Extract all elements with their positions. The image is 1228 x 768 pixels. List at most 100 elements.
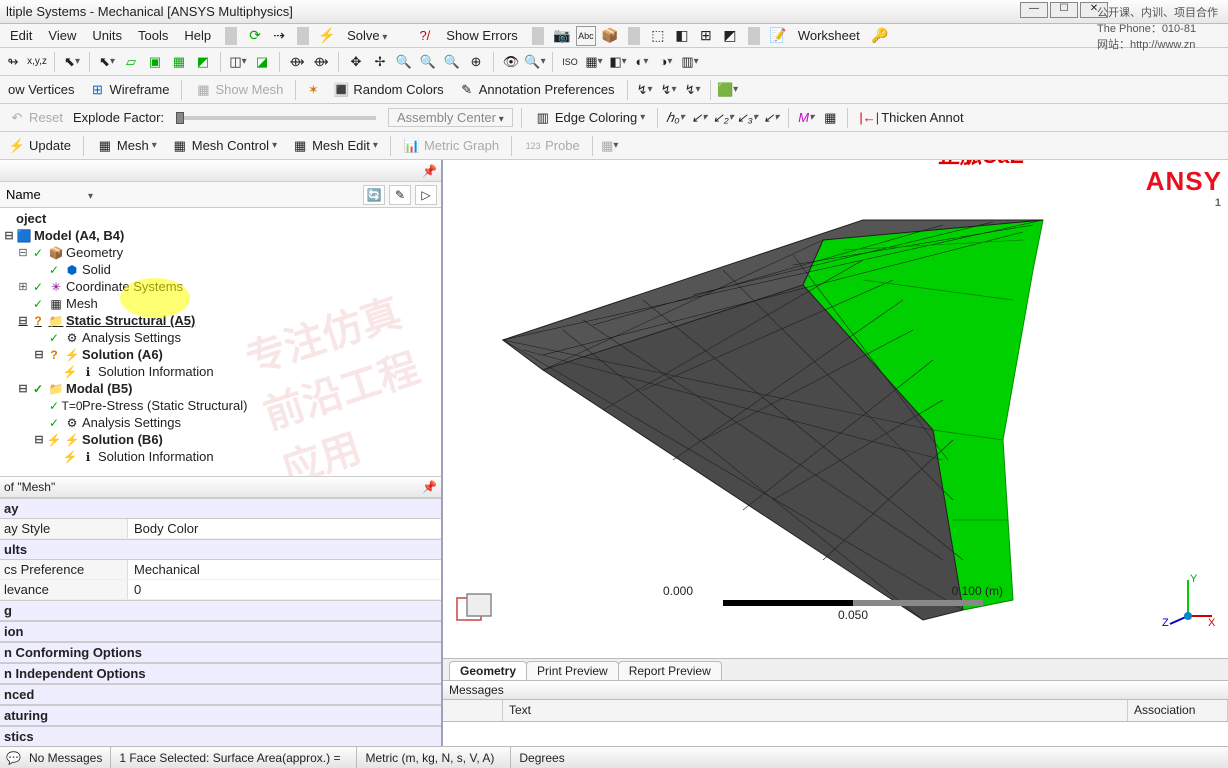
messages-col-icon[interactable] (443, 700, 503, 721)
menu-edit[interactable]: Edit (4, 26, 38, 45)
sel-face-icon[interactable]: ▣ (146, 53, 164, 71)
paint-icon[interactable]: ✶ (304, 81, 322, 99)
m-icon[interactable]: M (797, 109, 815, 127)
tree-solinfo-b[interactable]: ⚡ℹSolution Information (0, 448, 441, 465)
solve-button[interactable]: Solve (341, 26, 393, 45)
iso-icon[interactable]: ISO (561, 53, 579, 71)
tab-report[interactable]: Report Preview (618, 661, 722, 680)
tool-icon-1[interactable]: 📷 (552, 26, 572, 46)
cursor-icon[interactable]: ⬉ (63, 53, 81, 71)
menu-view[interactable]: View (42, 26, 82, 45)
tab-print[interactable]: Print Preview (526, 661, 619, 680)
tab-geometry[interactable]: Geometry (449, 661, 527, 680)
tree-solution-a[interactable]: ⊟?⚡Solution (A6) (0, 346, 441, 363)
zoom-fit-icon[interactable]: 🔍 (443, 53, 461, 71)
sel-edge-icon[interactable]: ▱ (122, 53, 140, 71)
wireframe-button[interactable]: ⊞Wireframe (84, 80, 173, 100)
display-icon[interactable]: ▦ (585, 53, 603, 71)
rotate-icon[interactable]: ✥ (347, 53, 365, 71)
filter-input[interactable] (4, 185, 84, 204)
sel-body-icon[interactable]: ▦ (170, 53, 188, 71)
tree-solid[interactable]: ✓⬢Solid (0, 261, 441, 278)
messages-col-assoc[interactable]: Association (1128, 700, 1228, 721)
mesh-edit-button[interactable]: ▦Mesh Edit (287, 136, 382, 156)
tool-icon-8[interactable]: 🔑 (870, 26, 890, 46)
minimize-button[interactable]: — (1020, 2, 1048, 18)
annotation-prefs-button[interactable]: ✎Annotation Preferences (454, 80, 619, 100)
tree-mesh[interactable]: ✓▦Mesh (0, 295, 441, 312)
display-icon-3[interactable]: ◐ (633, 53, 651, 71)
pin-icon[interactable]: 📌 (422, 164, 437, 178)
explode-slider[interactable] (176, 116, 376, 120)
cat-patchind[interactable]: n Independent Options (0, 663, 441, 684)
cat-defeat[interactable]: aturing (0, 705, 441, 726)
cat-inflation[interactable]: ion (0, 621, 441, 642)
zoom-box-icon[interactable]: ⊕ (467, 53, 485, 71)
look-at-icon[interactable]: 👁 (502, 53, 520, 71)
v-relevance[interactable]: 0 (128, 580, 441, 599)
cs-icon-3[interactable]: ↯ (684, 81, 702, 99)
mesh-control-button[interactable]: ▦Mesh Control (167, 136, 281, 156)
h3-icon[interactable]: ↙₃ (738, 109, 756, 127)
h1-icon[interactable]: ↙ (690, 109, 708, 127)
tree-model[interactable]: ⊟🟦Model (A4, B4) (0, 227, 441, 244)
show-vertices-button[interactable]: ow Vertices (4, 81, 78, 98)
hatch-icon[interactable]: ▦ (821, 109, 839, 127)
sel-node-icon[interactable]: ◩ (194, 53, 212, 71)
triad[interactable]: Y X Z (1160, 572, 1216, 628)
thicken-button[interactable]: |←|Thicken Annot (856, 108, 967, 128)
assembly-center-select[interactable]: Assembly Center (388, 108, 513, 127)
details-grid[interactable]: ay ay StyleBody Color ults cs Preference… (0, 498, 441, 746)
worksheet-button[interactable]: Worksheet (792, 26, 866, 45)
outline-tree[interactable]: 专注仿真前沿工程应用 oject ⊟🟦Model (A4, B4) ⊟✓📦Geo… (0, 208, 441, 476)
go-icon[interactable]: ⟳ (245, 26, 265, 46)
extend-icon-1[interactable]: ⟴ (288, 53, 306, 71)
h4-icon[interactable]: ↙ (762, 109, 780, 127)
sel-icon-1[interactable]: ↬ (4, 53, 22, 71)
menu-help[interactable]: Help (178, 26, 217, 45)
cat-patchconf[interactable]: n Conforming Options (0, 642, 441, 663)
view-icon[interactable]: 🔍 (526, 53, 544, 71)
select-icon-a[interactable]: ◪ (253, 53, 271, 71)
menu-units[interactable]: Units (86, 26, 128, 45)
filter-btn-1[interactable]: 🔄 (363, 185, 385, 205)
arrow-icon[interactable]: ⇢ (269, 26, 289, 46)
update-button[interactable]: ⚡Update (4, 136, 75, 156)
tool-icon-7[interactable]: ◩ (720, 26, 740, 46)
tool-icon-5[interactable]: ◧ (672, 26, 692, 46)
tree-coord[interactable]: ⊞✓✳Coordinate Systems (0, 278, 441, 295)
tree-static[interactable]: ⊟?📁Static Structural (A5) (0, 312, 441, 329)
zoom-out-icon[interactable]: 🔍 (419, 53, 437, 71)
menu-tools[interactable]: Tools (132, 26, 174, 45)
h2-icon[interactable]: ↙₂ (714, 109, 732, 127)
filter-btn-3[interactable]: ▷ (415, 185, 437, 205)
cube-icon[interactable]: 🟩 (719, 81, 737, 99)
display-icon-4[interactable]: ◑ (657, 53, 675, 71)
messages-col-text[interactable]: Text (503, 700, 1128, 721)
tree-modal[interactable]: ⊟✓📁Modal (B5) (0, 380, 441, 397)
sel-vertex-icon[interactable]: ⬉ (98, 53, 116, 71)
display-icon-5[interactable]: ▥ (681, 53, 699, 71)
pan-icon[interactable]: ✢ (371, 53, 389, 71)
tree-solution-b[interactable]: ⊟⚡⚡Solution (B6) (0, 431, 441, 448)
plane-icon[interactable] (453, 592, 499, 628)
cat-stats[interactable]: stics (0, 726, 441, 746)
cat-defaults[interactable]: ults (0, 539, 441, 560)
filter-dropdown[interactable] (88, 188, 98, 202)
edge-coloring-button[interactable]: ▥Edge Coloring (530, 108, 649, 128)
close-button[interactable]: ✕ (1080, 2, 1108, 18)
graphics-viewport[interactable]: 正脈CaE ANSY 1 (443, 160, 1228, 658)
tool-icon-4[interactable]: ⬚ (648, 26, 668, 46)
tree-geometry[interactable]: ⊟✓📦Geometry (0, 244, 441, 261)
cat-sizing[interactable]: g (0, 600, 441, 621)
tree-project[interactable]: oject (0, 210, 441, 227)
cs-icon-1[interactable]: ↯ (636, 81, 654, 99)
extend-icon-2[interactable]: ⟴ (312, 53, 330, 71)
tree-prestress[interactable]: ✓T=0Pre-Stress (Static Structural) (0, 397, 441, 414)
zoom-in-icon[interactable]: 🔍 (395, 53, 413, 71)
tool-icon-6[interactable]: ⊞ (696, 26, 716, 46)
tool-icon-2[interactable]: Abc (576, 26, 596, 46)
tree-analysis-2[interactable]: ✓⚙Analysis Settings (0, 414, 441, 431)
display-icon-2[interactable]: ◧ (609, 53, 627, 71)
filter-btn-2[interactable]: ✎ (389, 185, 411, 205)
